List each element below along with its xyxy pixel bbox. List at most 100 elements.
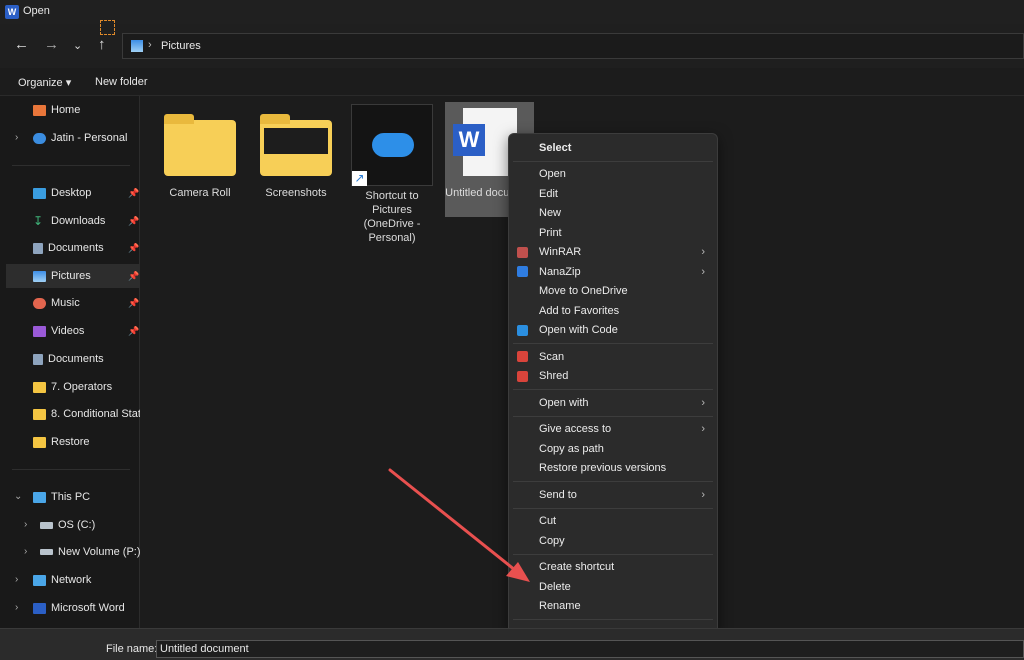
videos-icon [33,325,46,337]
drive-icon [40,549,53,555]
file-name-label: File name: [106,643,158,655]
window-title: Open [23,5,50,17]
forward-button[interactable]: → [44,36,59,53]
focus-highlight [100,20,115,35]
winrar-icon [517,246,528,258]
menu-item-nanazip[interactable]: NanaZip › [509,262,717,282]
folder-icon [164,114,236,176]
sidebar-item-microsoft-word[interactable]: Microsoft Word [0,596,140,620]
menu-separator [513,343,713,344]
menu-item-give-access-to[interactable]: Give access to › [509,420,717,440]
menu-item-delete[interactable]: Delete [509,577,717,597]
download-icon: ↧ [33,213,44,228]
sidebar-item-this-pc[interactable]: This PC [0,485,140,509]
address-bar[interactable]: › Pictures [122,33,1024,59]
chevron-right-icon: › [701,488,705,501]
word-icon: W [5,5,19,19]
sidebar-item-documents-2[interactable]: Documents [0,347,140,371]
sidebar-item-pictures[interactable]: Pictures [6,264,140,288]
recent-locations-button[interactable]: ⌄ [73,39,82,52]
chevron-right-icon: › [701,396,705,409]
menu-item-label: Send to [539,488,577,501]
menu-item-copy[interactable]: Copy [509,531,717,551]
menu-item-open[interactable]: Open [509,165,717,185]
menu-item-label: Copy as path [539,442,604,455]
menu-item-restore-previous-versions[interactable]: Restore previous versions [509,459,717,479]
sidebar-item-onedrive[interactable]: Jatin - Personal [0,126,140,150]
menu-item-print[interactable]: Print [509,223,717,243]
menu-item-add-to-favorites[interactable]: Add to Favorites [509,301,717,321]
arrow-shaft [388,468,522,576]
menu-separator [513,619,713,620]
menu-item-label: WinRAR [539,246,582,259]
menu-item-new[interactable]: New [509,204,717,224]
menu-separator [513,507,713,509]
folder-icon [33,381,46,393]
vscode-icon [517,324,528,336]
organize-button[interactable]: Organize ▾ [18,76,71,89]
menu-item-create-shortcut[interactable]: Create shortcut [509,558,717,578]
menu-item-shred[interactable]: Shred [509,367,717,387]
menu-item-select[interactable]: Select [509,138,717,158]
menu-item-scan[interactable]: Scan [509,347,717,367]
sidebar-item-home[interactable]: Home [0,98,140,122]
menu-item-label: Open [539,168,566,181]
folder-icon [260,114,332,176]
breadcrumb-pictures[interactable]: Pictures [161,40,201,52]
shred-icon [517,370,528,382]
menu-item-label: Edit [539,187,558,200]
menu-item-copy-as-path[interactable]: Copy as path [509,439,717,459]
divider [12,469,130,470]
sidebar-item-desktop[interactable]: Desktop [0,181,140,205]
pin-icon: 📌 [128,298,140,308]
sidebar-item-os-c[interactable]: OS (C:) [0,513,140,537]
word-icon: W [453,124,485,156]
sidebar-item-label: Jatin - Personal [51,132,128,144]
menu-separator [513,553,713,555]
network-icon [33,574,46,586]
menu-item-label: Delete [539,580,571,593]
sidebar-item-label: 7. Operators [51,381,113,393]
file-item-screenshots[interactable]: Screenshots [256,114,336,200]
menu-item-rename[interactable]: Rename [509,597,717,617]
music-icon [33,297,46,309]
menu-item-edit[interactable]: Edit [509,184,717,204]
sidebar-item-operators[interactable]: 7. Operators [0,375,140,399]
thumbnail: ↗ [351,104,433,186]
file-item-camera-roll[interactable]: Camera Roll [160,114,240,200]
sidebar-item-videos[interactable]: Videos [0,319,140,343]
back-button[interactable]: ← [14,36,29,53]
home-icon [33,104,46,116]
menu-separator [513,389,713,390]
menu-item-winrar[interactable]: WinRAR › [509,243,717,263]
menu-item-label: Copy [539,534,565,547]
sidebar-item-documents[interactable]: Documents [0,236,140,260]
chevron-right-icon: › [701,246,705,259]
menu-item-open-with-code[interactable]: Open with Code [509,321,717,341]
shortcut-arrow-icon: ↗ [352,171,367,186]
menu-item-open-with[interactable]: Open with › [509,393,717,413]
computer-icon [33,491,46,503]
up-button[interactable]: ↑ [98,36,106,53]
pin-icon: 📌 [128,243,140,253]
sidebar-item-music[interactable]: Music [0,291,140,315]
folder-icon [33,436,46,448]
sidebar-item-label: OS (C:) [58,519,96,531]
sidebar-item-conditional[interactable]: 8. Conditional Statements [0,402,140,426]
sidebar-item-network[interactable]: Network [0,568,140,592]
menu-item-move-to-onedrive[interactable]: Move to OneDrive [509,282,717,302]
pin-icon: 📌 [128,326,140,336]
sidebar-item-downloads[interactable]: ↧ Downloads [0,209,140,233]
new-folder-button[interactable]: New folder [95,76,148,88]
menu-item-label: NanaZip [539,265,581,278]
pin-icon: 📌 [128,216,140,226]
file-item-onedrive-shortcut[interactable]: ↗ Shortcut to Pictures (OneDrive - Perso… [350,104,434,245]
menu-item-send-to[interactable]: Send to › [509,485,717,505]
menu-separator [513,481,713,482]
sidebar-item-label: Microsoft Word [51,602,125,614]
file-name-input[interactable] [156,640,1024,658]
file-name: Screenshots [265,187,327,199]
sidebar-item-restore[interactable]: Restore [0,430,140,454]
menu-item-cut[interactable]: Cut [509,512,717,532]
sidebar-item-new-volume[interactable]: New Volume (P:) [0,540,140,564]
